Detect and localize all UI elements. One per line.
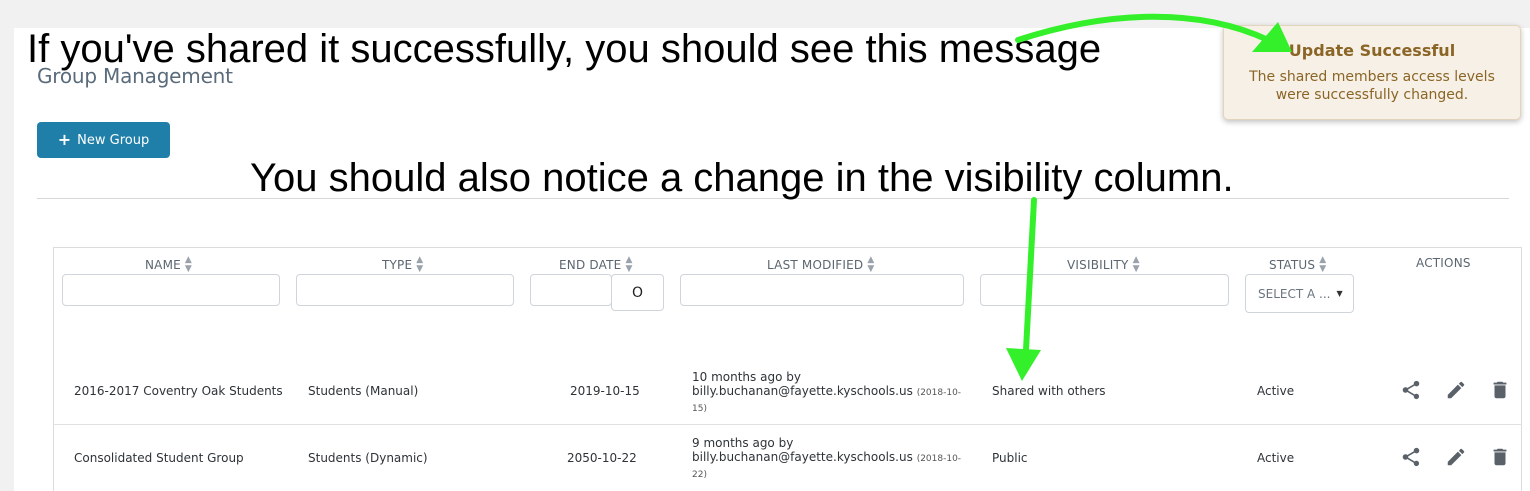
header-status-label: STATUS [1269, 258, 1316, 272]
row-visibility: Shared with others [992, 384, 1106, 398]
share-icon[interactable] [1400, 379, 1422, 401]
trash-icon[interactable] [1489, 446, 1511, 468]
header-last-modified[interactable]: LAST MODIFIED ▲ ▼ [767, 256, 875, 274]
header-end-date-label: END DATE [559, 258, 622, 272]
sort-icon: ▲ ▼ [625, 255, 633, 274]
sort-icon: ▲ ▼ [1132, 255, 1140, 274]
trash-icon[interactable] [1489, 379, 1511, 401]
header-status[interactable]: STATUS ▲ ▼ [1269, 256, 1326, 274]
header-last-modified-label: LAST MODIFIED [767, 258, 864, 272]
sort-icon: ▲ ▼ [184, 255, 193, 274]
status-select[interactable]: SELECT A ... ▼ [1245, 274, 1354, 313]
modified-by: billy.buchanan@fayette.kyschools.us [692, 450, 913, 464]
row-name: 2016-2017 Coventry Oak Students [74, 384, 283, 398]
modified-ago: 9 months ago by [692, 436, 794, 450]
row-end-date: 2019-10-15 [570, 384, 640, 398]
share-icon[interactable] [1400, 446, 1422, 468]
header-visibility[interactable]: VISIBILITY ▲ ▼ [1067, 256, 1140, 274]
header-end-date[interactable]: END DATE ▲ ▼ [559, 256, 633, 274]
header-actions: ACTIONS [1416, 256, 1471, 270]
last-modified-filter-input[interactable] [680, 274, 964, 306]
header-name[interactable]: NAME ▲ ▼ [145, 256, 192, 274]
toast-title: Update Successful [1288, 41, 1456, 60]
modified-ago: 10 months ago by [692, 370, 801, 384]
new-group-button[interactable]: + New Group [37, 122, 170, 158]
header-actions-label: ACTIONS [1416, 256, 1471, 270]
row-last-modified: 10 months ago by billy.buchanan@fayette.… [692, 370, 962, 416]
pencil-icon[interactable] [1445, 446, 1467, 468]
row-last-modified: 9 months ago by billy.buchanan@fayette.k… [692, 436, 962, 482]
row-status: Active [1257, 384, 1295, 398]
plus-icon: + [57, 130, 72, 149]
visibility-filter-input[interactable] [980, 274, 1229, 306]
row-end-date: 2050-10-22 [567, 451, 637, 465]
toast-message: The shared members access levels were su… [1249, 69, 1495, 103]
row-divider [53, 424, 1522, 425]
end-date-filter-input[interactable] [530, 274, 612, 306]
row-visibility: Public [992, 451, 1028, 465]
chevron-down-icon: ▼ [1336, 289, 1343, 298]
sort-icon: ▲ ▼ [1319, 255, 1327, 274]
annotation-top-caption: If you've shared it successfully, you sh… [27, 27, 1102, 71]
header-type[interactable]: TYPE ▲ ▼ [382, 256, 423, 274]
row-type: Students (Dynamic) [308, 451, 428, 465]
pencil-icon[interactable] [1445, 379, 1467, 401]
row-name: Consolidated Student Group [74, 451, 244, 465]
status-select-value: SELECT A ... [1258, 286, 1331, 301]
new-group-label: New Group [77, 132, 150, 148]
row-type: Students (Manual) [308, 384, 419, 398]
annotation-mid-caption: You should also notice a change in the v… [250, 156, 1234, 200]
sort-icon: ▲ ▼ [867, 255, 875, 274]
sort-icon: ▲ ▼ [416, 255, 424, 274]
update-toast[interactable]: Update Successful The shared members acc… [1223, 25, 1521, 120]
modified-by: billy.buchanan@fayette.kyschools.us [692, 384, 913, 398]
row-status: Active [1257, 451, 1295, 465]
header-name-label: NAME [145, 258, 181, 272]
date-picker-button[interactable]: O [611, 274, 664, 311]
type-filter-input[interactable] [296, 274, 514, 306]
name-filter-input[interactable] [62, 274, 280, 306]
header-type-label: TYPE [382, 258, 413, 272]
header-visibility-label: VISIBILITY [1067, 258, 1129, 272]
